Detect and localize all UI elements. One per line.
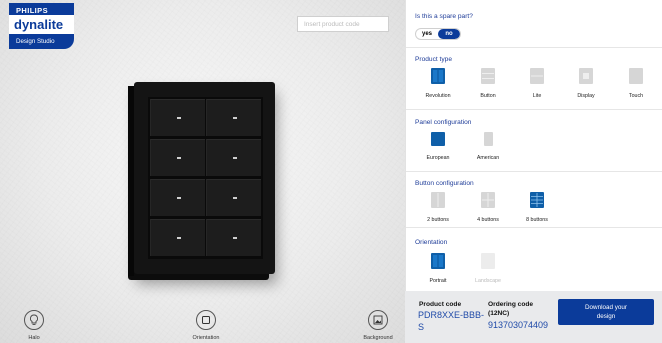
download-line2: design	[596, 313, 616, 320]
ordering-code-sub: (12NC)	[488, 310, 510, 317]
design-studio-app: PHILIPS dynalite Design Studio Halo	[0, 0, 662, 343]
button-config-2[interactable]: 2 buttons	[418, 192, 458, 223]
frame-icon	[196, 310, 216, 330]
panel-key	[206, 179, 261, 216]
design-studio-label: Design Studio	[16, 38, 55, 45]
product-code-label: Product code	[419, 301, 462, 308]
product-type-title: Product type	[415, 56, 453, 63]
american-panel-icon	[483, 132, 493, 146]
two-buttons-icon	[431, 192, 445, 208]
product-type-section: Product type Revolution Button Lite Disp…	[406, 48, 662, 110]
landscape-icon	[481, 253, 495, 269]
product-code-input[interactable]	[297, 16, 389, 32]
panel-config-european[interactable]: European	[418, 132, 458, 161]
button-configuration-title: Button configuration	[415, 180, 474, 187]
download-design-button[interactable]: Download your design	[558, 299, 654, 325]
brand-logo[interactable]: PHILIPS dynalite Design Studio	[9, 3, 74, 49]
ordering-code-label: Ordering code	[488, 301, 534, 308]
spare-part-title: Is this a spare part?	[415, 13, 473, 20]
panel-key	[150, 99, 205, 136]
orientation-section: Orientation Portrait Landscape	[406, 228, 662, 291]
panel-side	[128, 86, 134, 276]
landscape-label: Landscape	[475, 278, 501, 284]
panel-configuration-section: Panel configuration European American	[406, 110, 662, 172]
panel-key	[206, 139, 261, 176]
panel-key	[150, 219, 205, 256]
touch-panel-icon	[629, 68, 643, 84]
background-button[interactable]: Background	[356, 310, 400, 341]
panel-key	[206, 99, 261, 136]
spare-part-section: Is this a spare part? yes no	[406, 0, 662, 48]
product-type-display[interactable]: Display	[566, 68, 606, 99]
product-type-lite[interactable]: Lite	[517, 68, 557, 99]
orientation-label: Orientation	[192, 335, 220, 341]
button-config-4[interactable]: 4 buttons	[468, 192, 508, 223]
orientation-title: Orientation	[415, 239, 448, 246]
two-buttons-label: 2 buttons	[427, 217, 449, 223]
halo-button[interactable]: Halo	[12, 310, 56, 341]
lite-label: Lite	[532, 93, 542, 99]
lite-panel-icon	[530, 68, 544, 84]
four-buttons-icon	[481, 192, 495, 208]
spare-no-option[interactable]: no	[438, 29, 460, 39]
dynalite-wordmark: dynalite	[9, 15, 74, 34]
background-label: Background	[363, 335, 393, 341]
eight-buttons-icon	[530, 192, 544, 208]
touch-label: Touch	[628, 93, 644, 99]
panel-config-american[interactable]: American	[468, 132, 508, 161]
panel-key	[150, 179, 205, 216]
display-panel-icon	[579, 68, 593, 84]
orientation-portrait[interactable]: Portrait	[418, 253, 458, 284]
spare-yes-option[interactable]: yes	[416, 29, 438, 39]
product-code-value-line1: PDR8XXE-BBB-	[418, 310, 485, 320]
four-buttons-label: 4 buttons	[477, 217, 499, 223]
panel-key	[206, 219, 261, 256]
product-type-touch[interactable]: Touch	[616, 68, 656, 99]
orientation-button[interactable]: Orientation	[184, 310, 228, 341]
european-label: European	[426, 155, 450, 161]
button-configuration-section: Button configuration 2 buttons 4 buttons…	[406, 172, 662, 228]
revolution-icon	[431, 68, 445, 84]
panel-key	[150, 139, 205, 176]
european-panel-icon	[431, 132, 445, 146]
halo-label: Halo	[28, 335, 40, 341]
orientation-landscape: Landscape	[468, 253, 508, 284]
display-label: Display	[577, 93, 595, 99]
eight-buttons-label: 8 buttons	[526, 217, 548, 223]
panel-face	[148, 97, 263, 259]
bulb-icon	[24, 310, 44, 330]
portrait-label: Portrait	[429, 278, 447, 284]
product-type-button[interactable]: Button	[468, 68, 508, 99]
spare-part-toggle[interactable]: yes no	[415, 28, 461, 40]
ordering-code-value: 913703074409	[488, 320, 549, 330]
download-line1: Download your	[584, 304, 627, 311]
product-code-value-line2: S	[418, 322, 425, 332]
image-icon	[368, 310, 388, 330]
button-panel-icon	[481, 68, 495, 84]
revolution-label: Revolution	[425, 93, 451, 99]
product-type-revolution[interactable]: Revolution	[418, 68, 458, 99]
philips-wordmark: PHILIPS	[16, 6, 48, 15]
panel-configuration-title: Panel configuration	[415, 119, 472, 126]
american-label: American	[476, 155, 500, 161]
switch-panel-preview	[128, 82, 275, 276]
button-label: Button	[480, 93, 496, 99]
button-config-8[interactable]: 8 buttons	[517, 192, 557, 223]
portrait-icon	[431, 253, 445, 269]
product-viewer: PHILIPS dynalite Design Studio Halo	[0, 0, 405, 343]
